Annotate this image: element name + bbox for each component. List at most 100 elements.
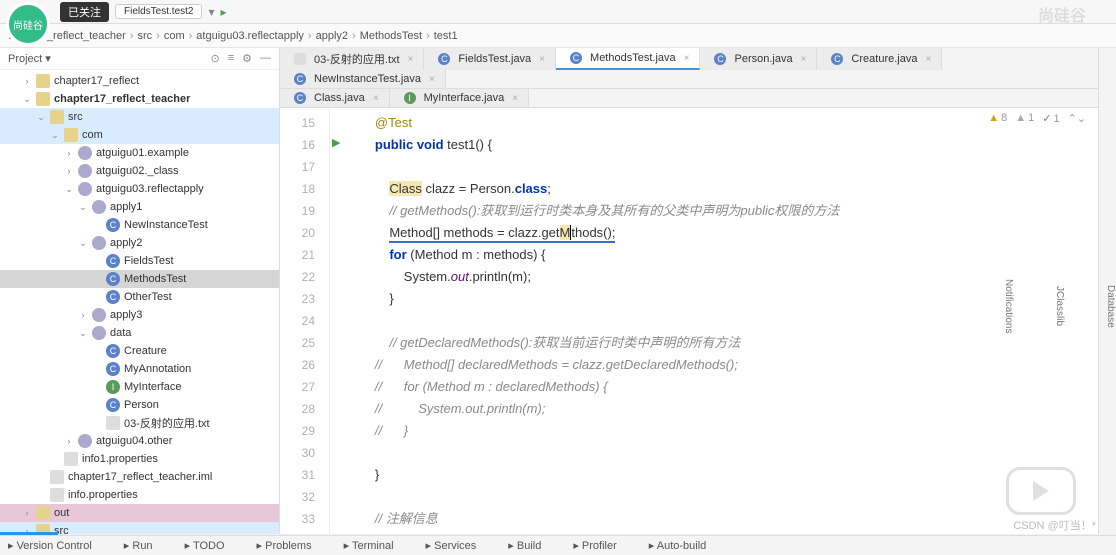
tab-methodstest-java[interactable]: CMethodsTest.java×: [556, 48, 700, 70]
tree-item-chapter17_reflect_teacher[interactable]: ⌄chapter17_reflect_teacher: [0, 90, 279, 108]
status-version-control[interactable]: ▸ Version Control: [8, 539, 92, 552]
tree-item-apply2[interactable]: ⌄apply2: [0, 234, 279, 252]
tab-fieldstest-java[interactable]: CFieldsTest.java×: [424, 48, 556, 70]
code-line[interactable]: [346, 156, 1082, 178]
close-icon[interactable]: ×: [429, 74, 435, 85]
tree-item-atguigu02-_class[interactable]: ›atguigu02._class: [0, 162, 279, 180]
tree-item-fieldstest[interactable]: CFieldsTest: [0, 252, 279, 270]
status-auto-build[interactable]: ▸ Auto-build: [649, 539, 707, 552]
line-number[interactable]: 22: [280, 266, 315, 288]
tree-item-atguigu01-example[interactable]: ›atguigu01.example: [0, 144, 279, 162]
code-line[interactable]: // getMethods():获取到运行时类本身及其所有的父类中声明为publ…: [346, 200, 1082, 222]
line-number[interactable]: 18: [280, 178, 315, 200]
select-opened-icon[interactable]: ⊙: [210, 52, 219, 65]
tab-03-txt[interactable]: 03-反射的应用.txt×: [280, 48, 424, 70]
code-line[interactable]: [346, 442, 1082, 464]
code-line[interactable]: // for (Method m : declaredMethods) {: [346, 376, 1082, 398]
code-line[interactable]: [346, 486, 1082, 508]
close-icon[interactable]: ×: [539, 54, 545, 65]
tree-item-chapter17_reflect[interactable]: ›chapter17_reflect: [0, 72, 279, 90]
line-number[interactable]: 28: [280, 398, 315, 420]
code-line[interactable]: // Method[] declaredMethods = clazz.getD…: [346, 354, 1082, 376]
tree-item-com[interactable]: ⌄com: [0, 126, 279, 144]
tab-pill[interactable]: FieldsTest.test2: [115, 4, 202, 19]
line-number[interactable]: 34: [280, 530, 315, 534]
status-todo[interactable]: ▸ TODO: [185, 539, 225, 552]
code-line[interactable]: // System.out.println(m);: [346, 398, 1082, 420]
tree-item-chapter17_reflect_teacher-iml[interactable]: chapter17_reflect_teacher.iml: [0, 468, 279, 486]
status-run[interactable]: ▸ Run: [124, 539, 153, 552]
line-number[interactable]: 17: [280, 156, 315, 178]
line-number[interactable]: 23: [280, 288, 315, 310]
status-problems[interactable]: ▸ Problems: [257, 539, 312, 552]
tree-item-othertest[interactable]: COtherTest: [0, 288, 279, 306]
tab-class-java[interactable]: CClass.java×: [280, 89, 390, 107]
code-line[interactable]: // 注解信息: [346, 508, 1082, 530]
close-icon[interactable]: ×: [512, 93, 518, 104]
line-gutter[interactable]: 1516171819202122232425262728293031323334…: [280, 108, 330, 534]
tree-item-creature[interactable]: CCreature: [0, 342, 279, 360]
tree-item-methodstest[interactable]: CMethodsTest: [0, 270, 279, 288]
chevron-up-down-icon[interactable]: ⌃⌄: [1068, 112, 1086, 125]
tree-item-atguigu03-reflectapply[interactable]: ⌄atguigu03.reflectapply: [0, 180, 279, 198]
breadcrumb-item[interactable]: atguigu03.reflectapply: [196, 30, 304, 42]
project-tree[interactable]: ›chapter17_reflect⌄chapter17_reflect_tea…: [0, 70, 279, 534]
tree-item-atguigu04-other[interactable]: ›atguigu04.other: [0, 432, 279, 450]
code-line[interactable]: Class clazz = Person.class;: [346, 178, 1082, 200]
tree-item-myinterface[interactable]: IMyInterface: [0, 378, 279, 396]
code-editor[interactable]: @Test public void test1() { Class clazz …: [330, 108, 1098, 534]
code-line[interactable]: @Test: [346, 112, 1082, 134]
code-line[interactable]: // 权限修饰符 返回值类型 方法名(形参类型1 参数1,形参类型2 参数2,.…: [346, 530, 1082, 534]
tree-item-info-properties[interactable]: info.properties: [0, 486, 279, 504]
tree-item-03-txt[interactable]: 03-反射的应用.txt: [0, 414, 279, 432]
line-number[interactable]: 25: [280, 332, 315, 354]
hide-icon[interactable]: —: [260, 52, 271, 65]
close-icon[interactable]: ×: [801, 54, 807, 65]
line-number[interactable]: 20: [280, 222, 315, 244]
line-number[interactable]: 26: [280, 354, 315, 376]
status-profiler[interactable]: ▸ Profiler: [573, 539, 616, 552]
tab-myinterface-java[interactable]: IMyInterface.java×: [390, 89, 530, 107]
breadcrumb-item[interactable]: MethodsTest: [360, 30, 422, 42]
breadcrumb-item[interactable]: com: [164, 30, 185, 42]
line-number[interactable]: 15: [280, 112, 315, 134]
line-number[interactable]: 24: [280, 310, 315, 332]
dropdown-icon[interactable]: ▾: [208, 5, 214, 19]
line-number[interactable]: 19: [280, 200, 315, 222]
breadcrumb-item[interactable]: test1: [434, 30, 458, 42]
tool-stripe-database[interactable]: Database: [1105, 285, 1116, 328]
tree-item-info1-properties[interactable]: info1.properties: [0, 450, 279, 468]
code-line[interactable]: public void test1() {: [346, 134, 1082, 156]
tree-item-data[interactable]: ⌄data: [0, 324, 279, 342]
tree-item-newinstancetest[interactable]: CNewInstanceTest: [0, 216, 279, 234]
run-gutter-icon[interactable]: ▶: [332, 136, 340, 149]
line-number[interactable]: 21: [280, 244, 315, 266]
tree-item-myannotation[interactable]: CMyAnnotation: [0, 360, 279, 378]
line-number[interactable]: 27: [280, 376, 315, 398]
tab-creature-java[interactable]: CCreature.java×: [817, 48, 942, 70]
close-icon[interactable]: ×: [684, 53, 690, 64]
close-icon[interactable]: ×: [408, 54, 414, 65]
tab-person-java[interactable]: CPerson.java×: [700, 48, 817, 70]
line-number[interactable]: 31: [280, 464, 315, 486]
tree-item-out[interactable]: ›out: [0, 504, 279, 522]
breadcrumb-item[interactable]: apply2: [316, 30, 348, 42]
close-icon[interactable]: ×: [925, 54, 931, 65]
play-button[interactable]: [1006, 467, 1076, 515]
code-line[interactable]: }: [346, 288, 1082, 310]
line-number[interactable]: 29: [280, 420, 315, 442]
tab-newinstancetest-java[interactable]: CNewInstanceTest.java×: [280, 70, 446, 88]
tree-item-apply3[interactable]: ›apply3: [0, 306, 279, 324]
code-line[interactable]: System.out.println(m);: [346, 266, 1082, 288]
collapse-icon[interactable]: ≡: [228, 52, 234, 65]
line-number[interactable]: 32: [280, 486, 315, 508]
project-panel-title[interactable]: Project: [8, 53, 42, 65]
line-number[interactable]: 33: [280, 508, 315, 530]
code-line[interactable]: // getDeclaredMethods():获取当前运行时类中声明的所有方法: [346, 332, 1082, 354]
close-icon[interactable]: ×: [373, 93, 379, 104]
gear-icon[interactable]: ⚙: [242, 52, 252, 65]
status-build[interactable]: ▸ Build: [508, 539, 541, 552]
code-line[interactable]: Method[] methods = clazz.getMthods();: [346, 222, 1082, 244]
status-services[interactable]: ▸ Services: [426, 539, 477, 552]
line-number[interactable]: 16: [280, 134, 315, 156]
